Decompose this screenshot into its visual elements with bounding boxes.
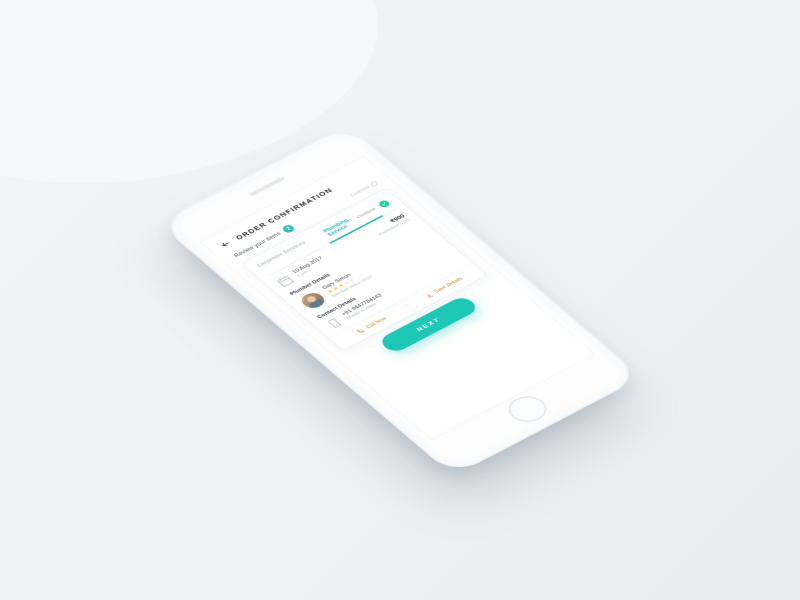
conform-label-small: Conform xyxy=(356,207,378,220)
circle-empty-icon xyxy=(369,181,379,188)
tab-plumbing-label: Plumbing Service xyxy=(322,214,361,237)
call-now-label: Call Now xyxy=(365,317,388,330)
mobile-icon xyxy=(323,316,345,331)
check-circle-icon xyxy=(377,199,391,208)
app-screen: ORDER CONFIRMATION Review your items 2 C… xyxy=(200,156,595,440)
back-button[interactable] xyxy=(218,239,234,249)
phone-frame: ORDER CONFIRMATION Review your items 2 C… xyxy=(158,124,643,476)
arrow-left-icon xyxy=(218,239,234,249)
save-details-label: Save Details xyxy=(434,277,464,294)
item-count-badge: 2 xyxy=(281,224,296,234)
download-icon xyxy=(424,292,435,300)
phone-icon xyxy=(355,328,366,336)
calendar-icon xyxy=(274,274,296,289)
plumber-avatar xyxy=(296,289,330,312)
